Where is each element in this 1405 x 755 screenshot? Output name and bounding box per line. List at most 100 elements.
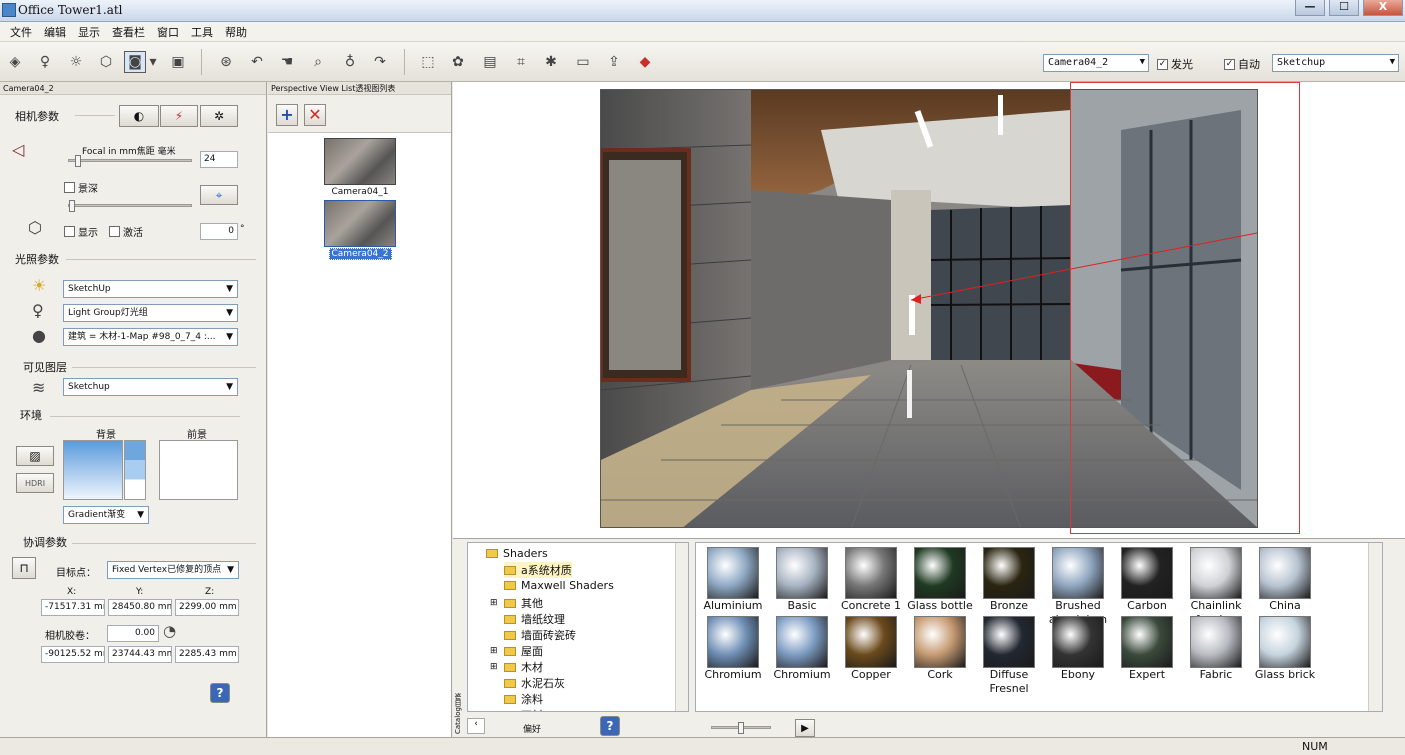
- material-thumbnail[interactable]: Basic: [769, 547, 835, 613]
- tree-item[interactable]: a系统材质: [504, 562, 572, 578]
- show-checkbox[interactable]: 显示: [64, 224, 98, 239]
- close-button[interactable]: X: [1363, 0, 1403, 16]
- frame-icon[interactable]: ▣: [167, 51, 189, 73]
- gradient-stops[interactable]: [124, 440, 146, 500]
- material-thumbnail[interactable]: Fabric: [1183, 616, 1249, 682]
- sun-select[interactable]: SketchUp ▼: [63, 280, 238, 298]
- menu-file[interactable]: 文件: [4, 24, 38, 40]
- orbit-icon[interactable]: ⊛: [215, 51, 237, 73]
- help-button[interactable]: ?: [210, 683, 230, 703]
- target-select[interactable]: Fixed Vertex已修复的顶点 ▼: [107, 561, 239, 579]
- tree-item[interactable]: 涂料: [504, 691, 543, 707]
- tree-item[interactable]: 水泥石灰: [504, 675, 565, 691]
- menu-window[interactable]: 窗口: [151, 24, 185, 40]
- view-thumbnail[interactable]: [324, 138, 396, 185]
- tree-item[interactable]: Maxwell Shaders: [504, 579, 614, 592]
- image-icon[interactable]: ▭: [572, 51, 594, 73]
- material-thumbnail[interactable]: Expert: [1114, 616, 1180, 682]
- auto-checkbox[interactable]: ✓ 自动: [1224, 56, 1260, 72]
- target-pick-button[interactable]: ⌖: [200, 185, 238, 205]
- camera-select[interactable]: Camera04_2 ▼: [1043, 54, 1149, 72]
- background-image-button[interactable]: ▨: [16, 446, 54, 466]
- dof-checkbox[interactable]: 景深: [64, 180, 98, 195]
- camera-icon[interactable]: ◙: [124, 51, 146, 73]
- remove-view-button[interactable]: ✕: [304, 104, 326, 126]
- material-thumbnail[interactable]: Ebony: [1045, 616, 1111, 682]
- camera-mode-button[interactable]: ◐: [119, 105, 159, 127]
- menu-help[interactable]: 帮助: [219, 24, 253, 40]
- cube-icon[interactable]: ⬡: [95, 51, 117, 73]
- expand-icon[interactable]: ⊞: [490, 646, 504, 656]
- slider-thumb[interactable]: [738, 722, 744, 734]
- menu-tools[interactable]: 工具: [185, 24, 219, 40]
- menu-edit[interactable]: 编辑: [38, 24, 72, 40]
- gradient-select[interactable]: Gradient渐变 ▼: [63, 506, 149, 524]
- settings-icon[interactable]: ✱: [540, 51, 562, 73]
- undo-icon[interactable]: ↶: [246, 51, 268, 73]
- logo-icon[interactable]: ◆: [634, 51, 656, 73]
- crop-icon[interactable]: ⌗: [510, 51, 532, 73]
- render-viewport[interactable]: [453, 82, 1405, 538]
- menu-view[interactable]: 查看栏: [106, 24, 151, 40]
- material-thumbnail[interactable]: Bronze: [976, 547, 1042, 613]
- material-thumbnail[interactable]: Chromium: [769, 616, 835, 682]
- slider-thumb[interactable]: [75, 155, 81, 167]
- zoom-icon[interactable]: ⌕: [307, 51, 329, 73]
- background-gradient-swatch[interactable]: [63, 440, 123, 500]
- menu-display[interactable]: 显示: [72, 24, 106, 40]
- grid-scrollbar[interactable]: [1368, 543, 1382, 711]
- camera-x-input[interactable]: -90125.52 mm: [41, 646, 105, 663]
- target-x-input[interactable]: -71517.31 mm: [41, 599, 105, 616]
- redo-icon[interactable]: ↷: [369, 51, 391, 73]
- view-label-selected[interactable]: Camera04_2: [268, 248, 452, 260]
- target-y-input[interactable]: 28450.80 mm: [108, 599, 172, 616]
- material-thumbnail[interactable]: Glass bottle: [907, 547, 973, 613]
- camera-z-input[interactable]: 2285.43 mm: [175, 646, 239, 663]
- material-thumbnail[interactable]: China: [1252, 547, 1318, 613]
- tree-item[interactable]: ⊞ 木材: [490, 659, 543, 675]
- material-thumbnail[interactable]: Glass brick: [1252, 616, 1318, 682]
- lock-button[interactable]: ⊓: [12, 557, 36, 579]
- tree-item[interactable]: ⊞ 其他: [490, 595, 543, 611]
- minimize-button[interactable]: —: [1295, 0, 1325, 16]
- maximize-button[interactable]: ☐: [1329, 0, 1359, 16]
- material-thumbnail[interactable]: Chromium: [700, 616, 766, 682]
- material-thumbnail[interactable]: Diffuse Fresnel: [976, 616, 1042, 696]
- thumbnail-size-slider[interactable]: [711, 722, 771, 734]
- angle-input[interactable]: 0: [200, 223, 238, 240]
- light-group-select[interactable]: Light Group灯光组 ▼: [63, 304, 238, 322]
- material-thumbnail[interactable]: Carbon: [1114, 547, 1180, 613]
- activate-checkbox[interactable]: 激活: [109, 224, 143, 239]
- expand-icon[interactable]: ⊞: [490, 598, 504, 608]
- paint-bucket-icon[interactable]: ◈: [4, 51, 26, 73]
- tree-item[interactable]: 墙面砖瓷砖: [504, 627, 576, 643]
- dof-slider[interactable]: [68, 200, 192, 212]
- slider-thumb[interactable]: [69, 200, 75, 212]
- material-thumbnail[interactable]: Copper: [838, 616, 904, 682]
- material-thumbnail[interactable]: Cork: [907, 616, 973, 682]
- tree-item[interactable]: 墙纸纹理: [504, 611, 565, 627]
- material-thumbnail[interactable]: Concrete 1: [838, 547, 904, 613]
- material-thumbnail[interactable]: Chainlink fencing: [1183, 547, 1249, 627]
- effects-button[interactable]: ⚡: [160, 105, 198, 127]
- preset-select[interactable]: Sketchup ▼: [1272, 54, 1399, 72]
- focal-slider[interactable]: [68, 155, 192, 167]
- tree-item[interactable]: 石材: [504, 707, 543, 711]
- palette-icon[interactable]: ✿: [447, 51, 469, 73]
- catalog-tab[interactable]: Catalog目录: [453, 679, 465, 734]
- sun-icon[interactable]: ☼: [65, 51, 87, 73]
- roll-input[interactable]: 0.00: [107, 625, 159, 642]
- tree-item-root[interactable]: Shaders: [486, 547, 548, 560]
- light-bulb-icon[interactable]: ♀: [34, 51, 56, 73]
- add-view-button[interactable]: +: [276, 104, 298, 126]
- material-select[interactable]: 建筑 = 木材-1-Map #98_0_7_4 :... ▼: [63, 328, 238, 346]
- layer-select[interactable]: Sketchup ▼: [63, 378, 238, 396]
- expand-icon[interactable]: ⊞: [490, 662, 504, 672]
- tree-nav-button[interactable]: ‹: [467, 718, 485, 734]
- pan-icon[interactable]: ☚: [276, 51, 298, 73]
- camera-y-input[interactable]: 23744.43 mm: [108, 646, 172, 663]
- view-label[interactable]: Camera04_1: [268, 187, 452, 197]
- play-button[interactable]: ▶: [795, 719, 815, 737]
- render-icon[interactable]: ▤: [479, 51, 501, 73]
- material-thumbnail[interactable]: Aluminium: [700, 547, 766, 613]
